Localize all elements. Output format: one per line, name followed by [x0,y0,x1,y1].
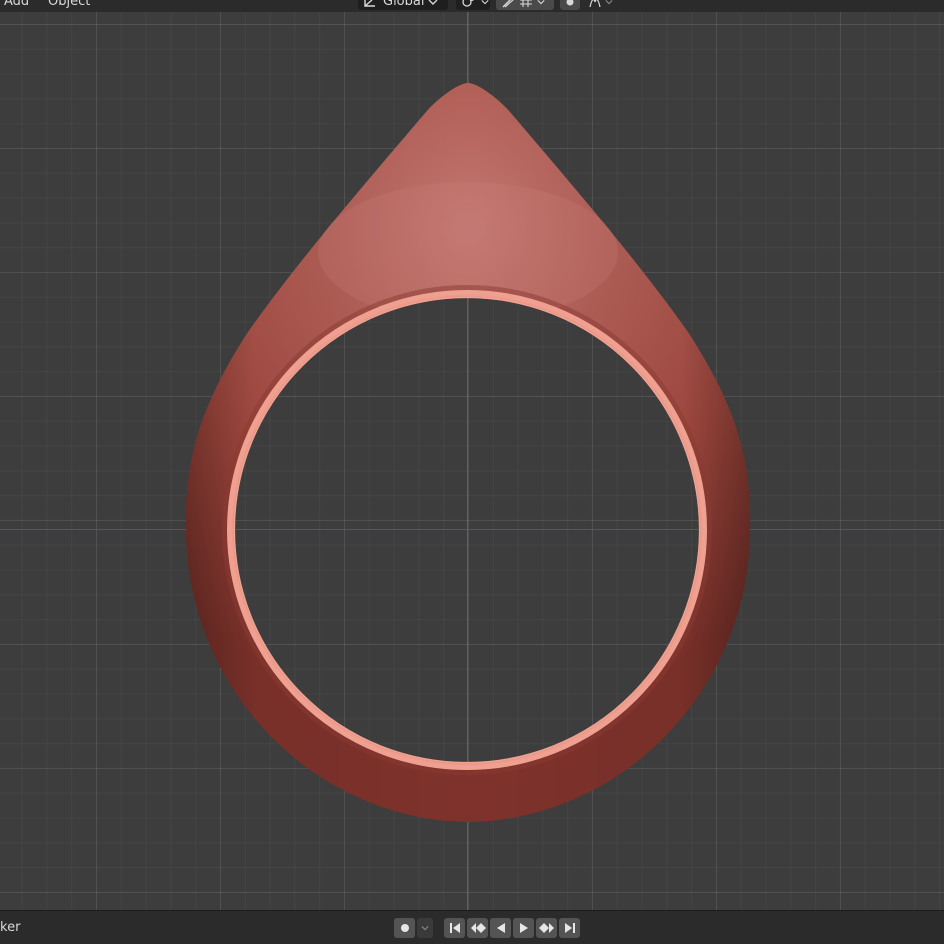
jump-end-button[interactable] [559,918,580,938]
menu-object[interactable]: Object [48,0,90,10]
snap-toggle[interactable] [496,0,554,10]
prev-keyframe-button[interactable] [467,918,488,938]
record-group [394,918,433,938]
prev-keyframe-icon [470,922,486,934]
chevron-down-icon [421,924,429,932]
pivot-point-dropdown[interactable] [456,0,490,10]
play-reverse-button[interactable] [490,918,511,938]
blender-window: Add Object Global ker [0,0,944,944]
3d-viewport[interactable] [0,12,944,910]
auto-keying-button[interactable] [394,918,415,938]
falloff-icon [589,0,601,8]
play-button[interactable] [513,918,534,938]
proportional-edit-icon [565,0,575,8]
chevron-down-icon [537,0,545,6]
next-keyframe-icon [538,922,555,934]
ring-body [185,83,751,822]
play-icon [518,922,530,934]
keying-dropdown[interactable] [417,918,433,938]
transform-orientation-label: Global [383,0,425,9]
jump-start-icon [449,922,461,934]
pivot-icon [461,0,477,8]
editor-type-label[interactable]: ker [0,920,20,936]
transform-orientation-icon [363,0,379,8]
play-reverse-icon [495,922,507,934]
chevron-down-icon [428,0,438,6]
chevron-down-icon [605,0,613,6]
snap-icon [501,0,515,8]
playback-controls [444,918,580,938]
timeline-bar: ker [0,910,944,944]
snap-grid-icon [519,0,533,8]
next-keyframe-button[interactable] [536,918,557,938]
proportional-edit-toggle[interactable] [560,0,580,10]
menu-add[interactable]: Add [4,0,29,10]
viewport-header: Add Object Global [0,0,944,12]
jump-end-icon [564,922,576,934]
proportional-falloff-dropdown[interactable] [584,0,616,10]
transform-orientation-dropdown[interactable]: Global [358,0,448,10]
jump-start-button[interactable] [444,918,465,938]
record-icon [400,923,410,933]
ring-mesh[interactable] [0,12,944,910]
chevron-down-icon [481,0,489,6]
